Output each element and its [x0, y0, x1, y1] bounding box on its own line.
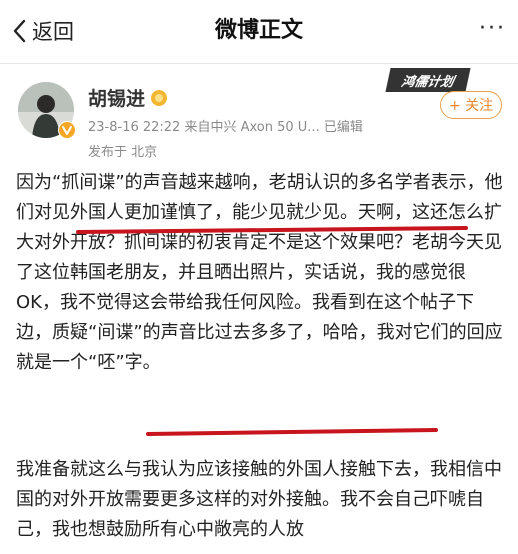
- post-meta: 23-8-16 22:22 来自中兴 Axon 50 U... 已编辑: [88, 120, 363, 135]
- post-paragraph-1: 因为“抓间谍”的声音越来越响，老胡认识的多名学者表示，他们对见外国人更加谨慎了，…: [16, 172, 503, 373]
- page-title: 微博正文: [214, 18, 303, 43]
- member-level-icon: [151, 89, 168, 106]
- post-location: 发布于 北京: [88, 145, 158, 160]
- header-divider: [0, 63, 518, 64]
- post-paragraph-2: 我准备就这么与我认为应该接触的外国人接触下去，我相信中国的对外开放需要更多这样的…: [16, 459, 502, 540]
- top-navigation-bar: 返回 微博正文 ···: [0, 0, 518, 62]
- author-name-text: 胡锡进: [88, 88, 146, 110]
- follow-button[interactable]: + 关注: [440, 91, 502, 119]
- highlight-underline-2: [145, 427, 439, 437]
- author-name[interactable]: 胡锡进: [88, 84, 168, 111]
- verified-badge-icon: [58, 121, 76, 139]
- more-options-button[interactable]: ···: [479, 16, 506, 41]
- program-tag: 鸿儒计划: [385, 68, 471, 92]
